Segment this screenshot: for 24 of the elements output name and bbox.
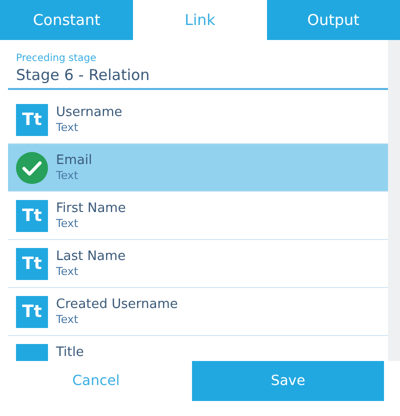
field-value: Stage 6 - Relation	[16, 65, 151, 85]
item-type: Text	[56, 169, 80, 183]
item-type: Text	[56, 217, 80, 231]
item-name: Email	[56, 152, 92, 169]
item-name: Username	[56, 104, 122, 121]
item-type: Text	[56, 313, 80, 327]
item-name: Title	[56, 344, 84, 361]
text-type-icon: Tt	[16, 104, 48, 136]
preceding-stage-field[interactable]: Preceding stage Stage 6 - Relation	[8, 53, 388, 90]
item-name: Last Name	[56, 248, 126, 265]
checkmark-icon	[16, 152, 48, 184]
list-item[interactable]: Email Text	[8, 144, 388, 192]
item-name: Created Username	[56, 296, 178, 313]
text-type-icon: Tt	[16, 248, 48, 280]
item-type: Text	[56, 121, 80, 135]
item-type: Text	[56, 265, 80, 279]
item-name: First Name	[56, 200, 126, 217]
list-item[interactable]: Tt Last Name Text	[8, 240, 388, 288]
text-type-icon: Tt	[16, 200, 48, 232]
scrollbar[interactable]	[388, 40, 400, 361]
field-label: Preceding stage	[16, 53, 98, 65]
list-item[interactable]: Tt First Name Text	[8, 192, 388, 240]
list-item[interactable]: Tt Created Username Text	[8, 288, 388, 336]
text-type-icon: Tt	[16, 296, 48, 328]
